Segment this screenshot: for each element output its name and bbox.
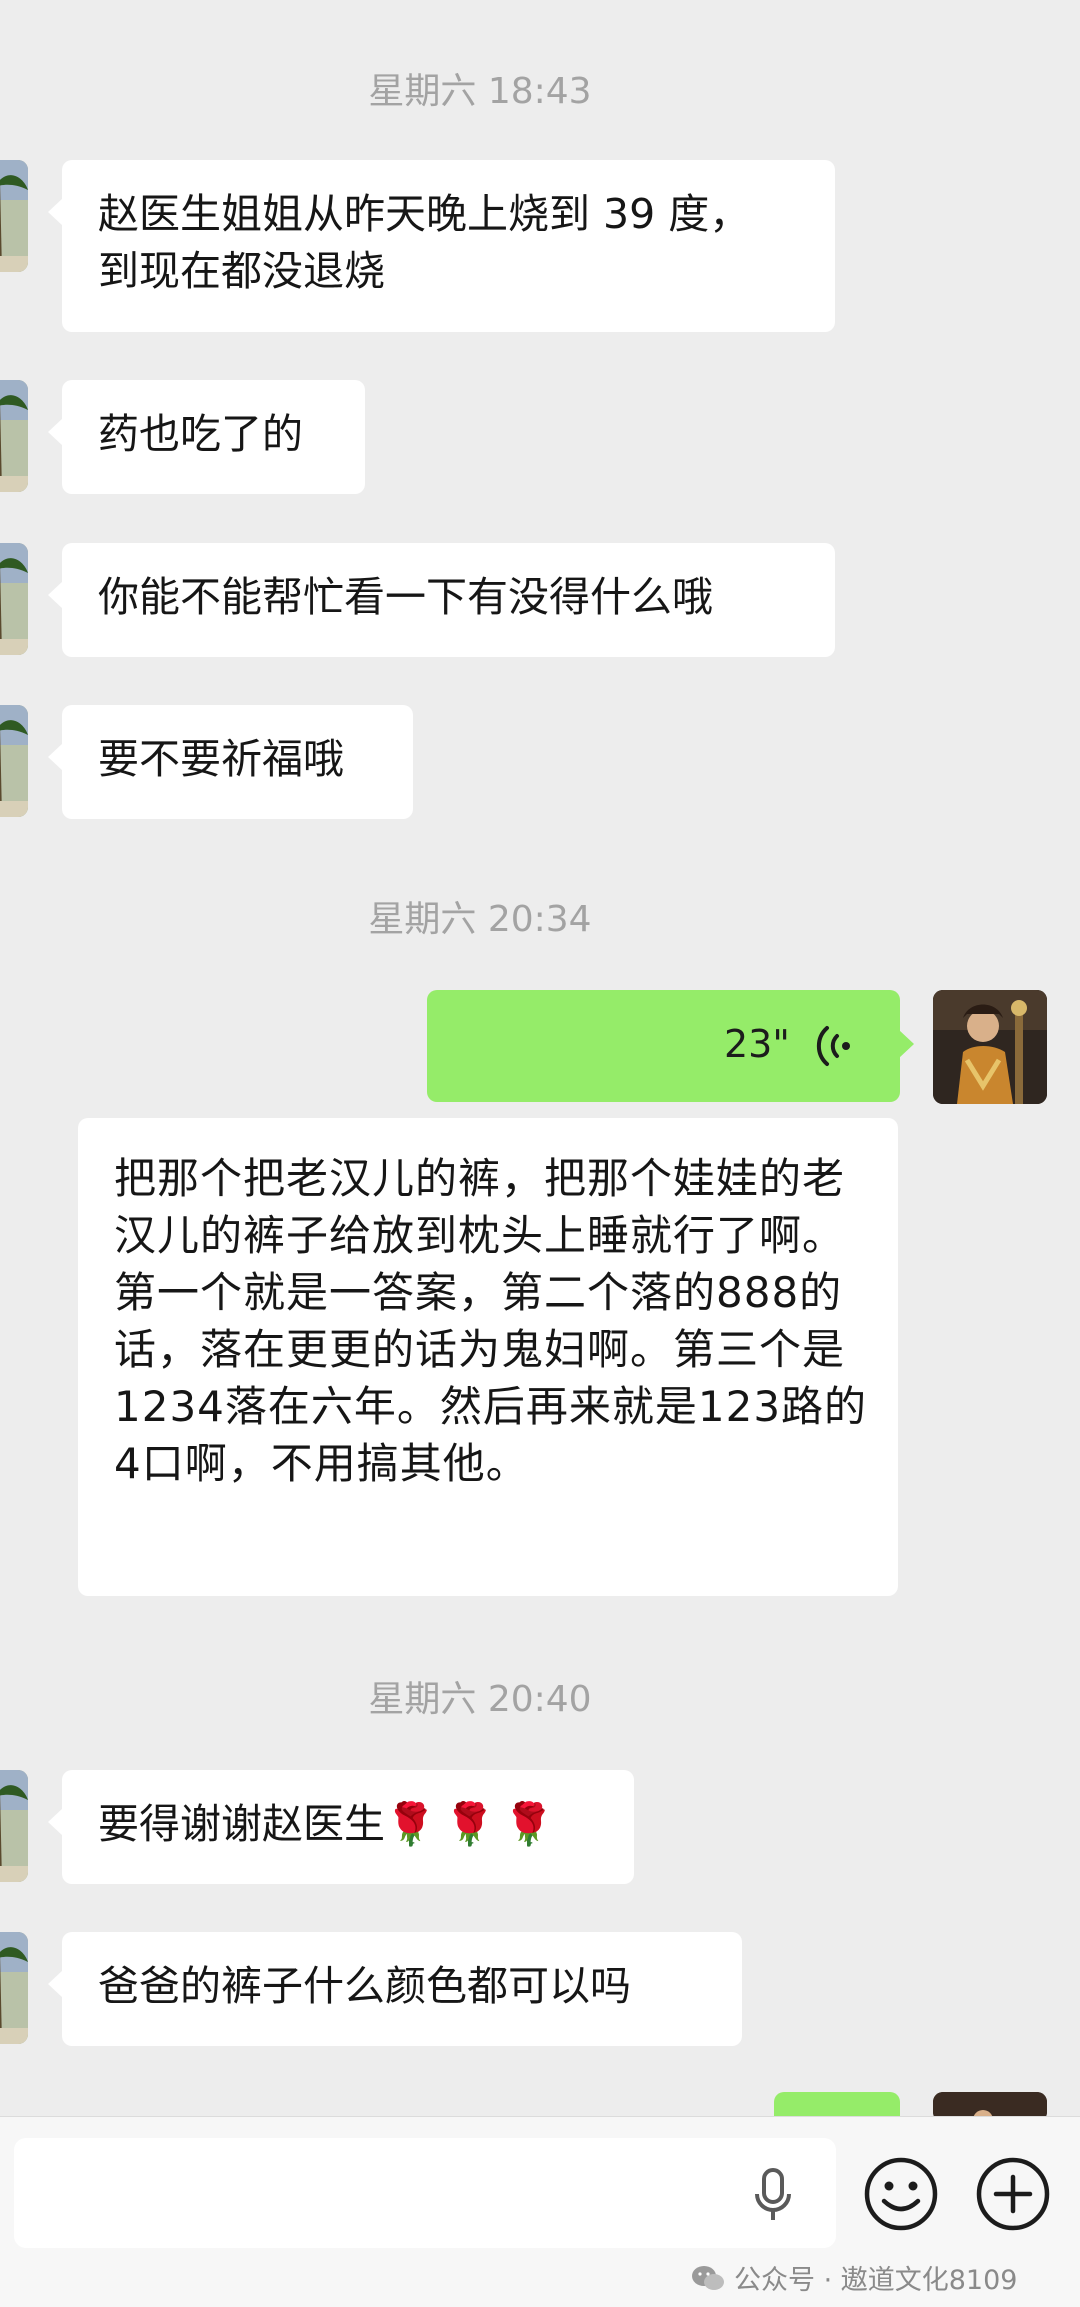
message-bubble[interactable]: 药也吃了的 [48,380,365,494]
message-input[interactable] [14,2138,836,2248]
voice-duration: 23" [724,1022,790,1066]
message-bubble[interactable]: 要不要祈福哦 [48,705,413,819]
plus-icon[interactable] [974,2155,1052,2233]
voice-wave-icon [816,1026,850,1066]
chat-screen: 星期六 18:43 赵医生姐姐从昨天晚上烧到 39 度， 到现在都没退烧 药也吃… [0,0,1080,2307]
contact-avatar[interactable] [0,705,28,817]
rose-emoji-icon: 🌹🌹🌹 [385,1800,563,1848]
message-bubble[interactable]: 要得谢谢赵医生🌹🌹🌹 [48,1770,634,1884]
message-bubble[interactable]: 赵医生姐姐从昨天晚上烧到 39 度， 到现在都没退烧 [48,160,835,332]
contact-avatar[interactable] [0,380,28,492]
timestamp: 星期六 18:43 [368,71,592,112]
mic-icon[interactable] [752,2166,794,2224]
voice-transcript[interactable]: 把那个把老汉儿的裤，把那个娃娃的老汉儿的裤子给放到枕头上睡就行了啊。第一个就是一… [78,1118,898,1596]
message-bubble[interactable]: 你能不能帮忙看一下有没得什么哦 [48,543,835,657]
contact-avatar[interactable] [0,1770,28,1882]
self-avatar[interactable] [933,990,1047,1104]
message-text: 要得谢谢赵医生 [98,1800,385,1848]
contact-avatar[interactable] [0,1932,28,2044]
contact-avatar[interactable] [0,543,28,655]
timestamp: 星期六 20:40 [368,1679,592,1720]
emoji-icon[interactable] [862,2155,940,2233]
contact-avatar[interactable] [0,160,28,272]
message-bubble[interactable]: 爸爸的裤子什么颜色都可以吗 [48,1932,742,2046]
watermark-text: 公众号 · 遨道文化8109 [734,2265,1018,2296]
wechat-logo-icon [692,2266,724,2290]
timestamp: 星期六 20:34 [368,899,592,940]
